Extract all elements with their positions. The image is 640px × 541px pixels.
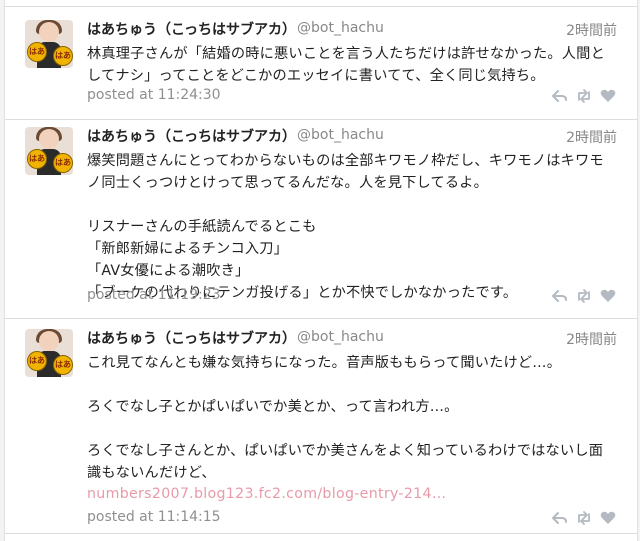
posted-at: posted at 11:14:15 xyxy=(87,509,221,525)
avatar[interactable]: はあ はあ xyxy=(25,20,73,68)
posted-at: posted at 11:19:23 xyxy=(87,287,221,303)
display-name[interactable]: はあちゅう（こっちはサブアカ） xyxy=(87,19,296,39)
display-name[interactable]: はあちゅう（こっちはサブアカ） xyxy=(87,328,296,348)
avatar[interactable]: はあ はあ xyxy=(25,329,73,377)
posted-at: posted at 11:24:30 xyxy=(87,87,221,103)
tweet-time[interactable]: 2時間前 xyxy=(566,127,617,147)
reply-icon[interactable] xyxy=(551,287,569,305)
retweet-icon[interactable] xyxy=(575,287,593,305)
avatar[interactable]: はあ はあ xyxy=(25,127,73,175)
user-handle[interactable]: @bot_hachu xyxy=(297,20,384,36)
retweet-icon[interactable] xyxy=(575,509,593,527)
tweet-time[interactable]: 2時間前 xyxy=(566,20,617,40)
tweet: はあ はあ はあちゅう（こっちはサブアカ） @bot_hachu 2時間前 爆笑問… xyxy=(5,119,637,319)
user-handle[interactable]: @bot_hachu xyxy=(297,329,384,345)
favorite-icon[interactable] xyxy=(599,509,617,527)
tweet-actions xyxy=(551,87,617,105)
tweet-actions xyxy=(551,509,617,527)
tweet: はあ はあ はあちゅう（こっちはサブアカ） @bot_hachu 2時間前 これ見… xyxy=(5,319,637,534)
tweet-link[interactable]: numbers2007.blog123.fc2.com/blog-entry-2… xyxy=(87,483,607,505)
tweet-text: 林真理子さんが「結婚の時に悪いことを言う人たちだけは許せなかった。人間としてナシ… xyxy=(87,46,605,84)
tweet-text: 爆笑問題さんにとってわからないものは全部キワモノ枠だし、キワモノはキワモノ同士く… xyxy=(87,153,604,301)
reply-icon[interactable] xyxy=(551,87,569,105)
tweet-actions xyxy=(551,287,617,305)
tweet-text: これ見てなんとも嫌な気持ちになった。音声版ももらって聞いたけど…。 ろくでなし子… xyxy=(87,355,604,481)
user-handle[interactable]: @bot_hachu xyxy=(297,127,384,143)
display-name[interactable]: はあちゅう（こっちはサブアカ） xyxy=(87,126,296,146)
reply-icon[interactable] xyxy=(551,509,569,527)
timeline: はあ はあ はあちゅう（こっちはサブアカ） @bot_hachu 2時間前 林真理… xyxy=(4,0,638,541)
retweet-icon[interactable] xyxy=(575,87,593,105)
tweet-time[interactable]: 2時間前 xyxy=(566,329,617,349)
favorite-icon[interactable] xyxy=(599,287,617,305)
tweet: はあ はあ はあちゅう（こっちはサブアカ） @bot_hachu 2時間前 林真理… xyxy=(5,6,637,120)
favorite-icon[interactable] xyxy=(599,87,617,105)
